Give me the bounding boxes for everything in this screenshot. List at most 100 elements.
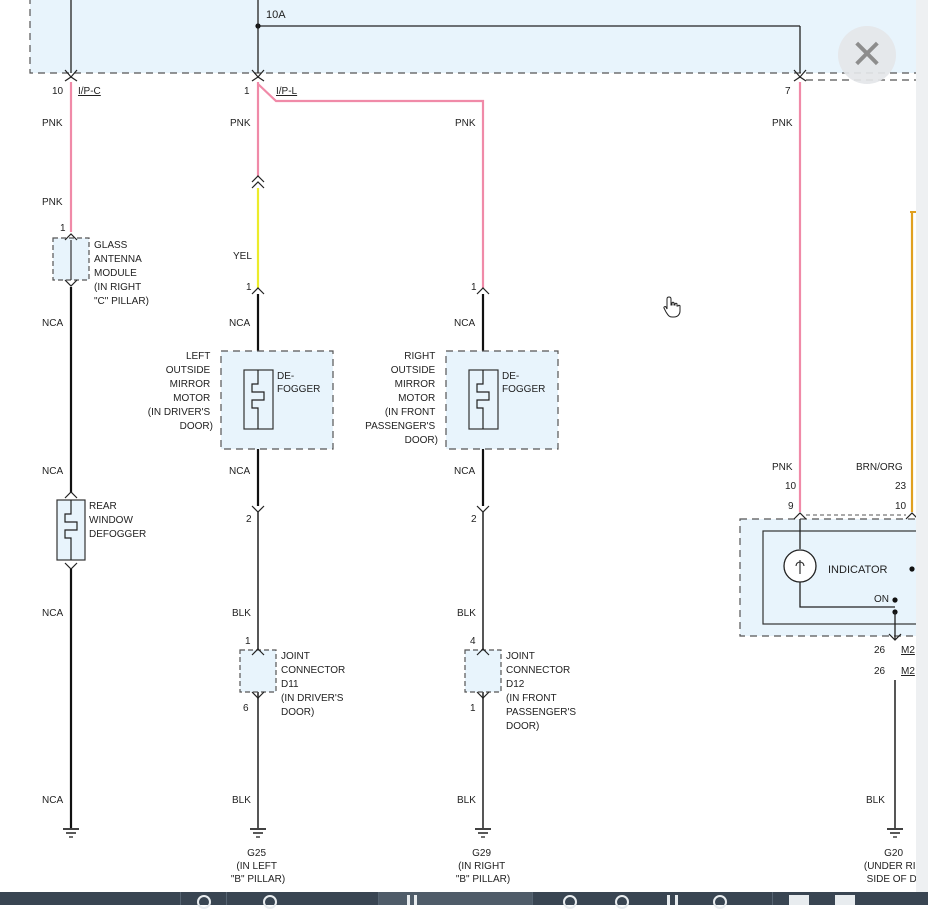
ground-label: G20 (UNDER RIG SIDE OF DA [864, 848, 916, 885]
connector-arrow [476, 287, 490, 295]
connector-arrow [251, 287, 265, 295]
ground-label: G25 (IN LEFT "B" PILLAR) [231, 848, 285, 885]
wire-color-label: PNK [42, 118, 63, 129]
fit-icon [667, 895, 670, 905]
connector-arrow [905, 512, 916, 520]
frame-edge [916, 0, 928, 905]
toolbar-button[interactable] [532, 892, 773, 909]
inline-connector [251, 175, 265, 189]
pin-number: 1 [471, 282, 477, 293]
component-label: REAR WINDOW DEFOGGER [89, 501, 146, 540]
wire-color-label: BLK [457, 795, 476, 806]
pin-number: 4 [470, 636, 476, 647]
wire-color-label: PNK [772, 118, 793, 129]
wire-color-label: BLK [457, 608, 476, 619]
fuse-rating: 10A [266, 9, 286, 21]
close-button[interactable]: ✕ [838, 26, 896, 84]
pin-number: 10 [895, 501, 907, 512]
pin-number: 26 [874, 645, 886, 656]
diagram-viewer: 10A 10 I/P-C 1 I/P-L 7 PNK PNK 1 GLASS A… [0, 0, 917, 892]
hand-cursor-icon [663, 296, 681, 318]
wire-color-label: NCA [42, 795, 63, 806]
pin-number: 1 [60, 223, 66, 234]
ground-label: G29 (IN RIGHT "B" PILLAR) [456, 848, 510, 885]
ground-symbol [250, 828, 266, 838]
connector-pin: 1 [244, 86, 250, 97]
search-icon [263, 895, 277, 909]
fullscreen-icon [789, 895, 809, 905]
indicator-switch-inner [762, 530, 916, 625]
ground-symbol [63, 828, 79, 838]
wire-color-label: PNK [772, 462, 793, 473]
pin-number: 9 [788, 501, 794, 512]
connector-pin: 7 [785, 86, 791, 97]
left-mirror-motor-box [220, 350, 334, 450]
component-label: GLASS ANTENNA MODULE (IN RIGHT "C" PILLA… [94, 240, 149, 307]
pause-icon [407, 895, 410, 905]
toolbar-button[interactable] [378, 892, 533, 905]
toolbar-button[interactable] [772, 892, 928, 905]
wire-color-label: BLK [232, 608, 251, 619]
connector-arrow [793, 512, 807, 520]
connector-arrow [793, 76, 807, 82]
connector-code: I/P-L [276, 86, 298, 97]
wire-color-label: NCA [454, 318, 475, 329]
pin-number: 23 [895, 481, 907, 492]
ground-symbol [887, 828, 903, 838]
pin-number: 1 [470, 703, 476, 714]
pin-number: 6 [243, 703, 249, 714]
bottom-toolbar [0, 892, 928, 909]
wire-color-label: NCA [42, 318, 63, 329]
pin-number: 2 [471, 514, 477, 525]
wire-color-label: BRN/ORG [856, 462, 903, 473]
wire-color-label: NCA [42, 608, 63, 619]
pin-number: 10 [785, 481, 797, 492]
ground-symbol [475, 828, 491, 838]
pin-number: 1 [246, 282, 252, 293]
connector-pin: 10 [52, 86, 64, 97]
wire-color-label: PNK [455, 118, 476, 129]
wire-color-label: PNK [230, 118, 251, 129]
wire-color-label: BLK [866, 795, 885, 806]
toolbar-button[interactable] [180, 892, 227, 909]
joint-connector-d11 [239, 649, 277, 693]
rotate-icon [713, 895, 727, 909]
wire-color-label: YEL [233, 251, 252, 262]
wire-color-label: NCA [42, 466, 63, 477]
joint-connector-d12 [464, 649, 502, 693]
switch-on-label: ON [874, 594, 889, 605]
fuse-box-region [29, 0, 916, 74]
component-label: LEFT OUTSIDE MIRROR MOTOR (IN DRIVER'S D… [148, 351, 213, 432]
wire-color-label: NCA [229, 318, 250, 329]
connector-arrow [251, 76, 265, 82]
zoom-icon [197, 895, 211, 909]
switch-contact [909, 566, 915, 572]
zoom-in-icon [563, 895, 577, 909]
component-label: JOINT CONNECTOR D12 (IN FRONT PASSENGER'… [506, 651, 579, 732]
connector-arrow [64, 76, 78, 82]
wiring-diagram: 10A 10 I/P-C 1 I/P-L 7 PNK PNK 1 GLASS A… [29, 0, 916, 885]
connector-code: M2 [901, 666, 915, 677]
wire-color-label: NCA [229, 466, 250, 477]
connector-arrow [251, 505, 265, 513]
pin-number: 26 [874, 666, 886, 677]
close-icon[interactable]: ✕ [838, 26, 896, 84]
zoom-out-icon [615, 895, 629, 909]
wire-color-label: PNK [42, 197, 63, 208]
switch-contact [892, 597, 898, 603]
wire-pink-branch [257, 83, 485, 288]
toolbar-button[interactable] [226, 892, 379, 909]
connector-arrow [64, 279, 78, 287]
wire-color-label: BLK [232, 795, 251, 806]
pin-number: 2 [246, 514, 252, 525]
component-label: RIGHT OUTSIDE MIRROR MOTOR (IN FRONT PAS… [365, 351, 438, 446]
wire-color-label: NCA [454, 466, 475, 477]
connector-code: M2 [901, 645, 915, 656]
right-mirror-motor-box [445, 350, 559, 450]
indicator-label: INDICATOR [828, 564, 888, 576]
connector-arrow [64, 562, 78, 570]
component-label: JOINT CONNECTOR D11 (IN DRIVER'S DOOR) [281, 651, 348, 718]
connector-code: I/P-C [78, 86, 101, 97]
connector-arrow [476, 505, 490, 513]
download-icon [835, 895, 855, 905]
